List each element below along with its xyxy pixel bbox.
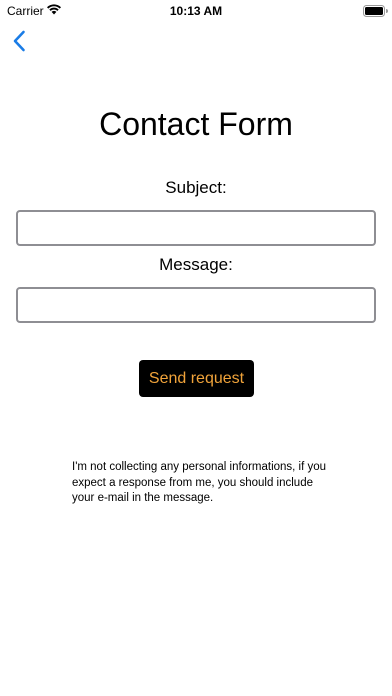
subject-label: Subject: <box>165 178 227 197</box>
send-request-button[interactable]: Send request <box>139 360 254 397</box>
page-title: Contact Form <box>99 106 293 142</box>
message-input[interactable] <box>16 287 376 323</box>
status-time: 10:13 AM <box>169 4 223 18</box>
battery-icon <box>363 5 388 17</box>
privacy-disclaimer: I'm not collecting any personal informat… <box>72 461 327 504</box>
status-bar: Carrier 10:13 AM <box>0 0 392 22</box>
subject-input[interactable] <box>16 210 376 246</box>
back-button[interactable] <box>6 27 32 55</box>
message-label: Message: <box>159 255 233 274</box>
chevron-left-icon <box>13 30 25 52</box>
